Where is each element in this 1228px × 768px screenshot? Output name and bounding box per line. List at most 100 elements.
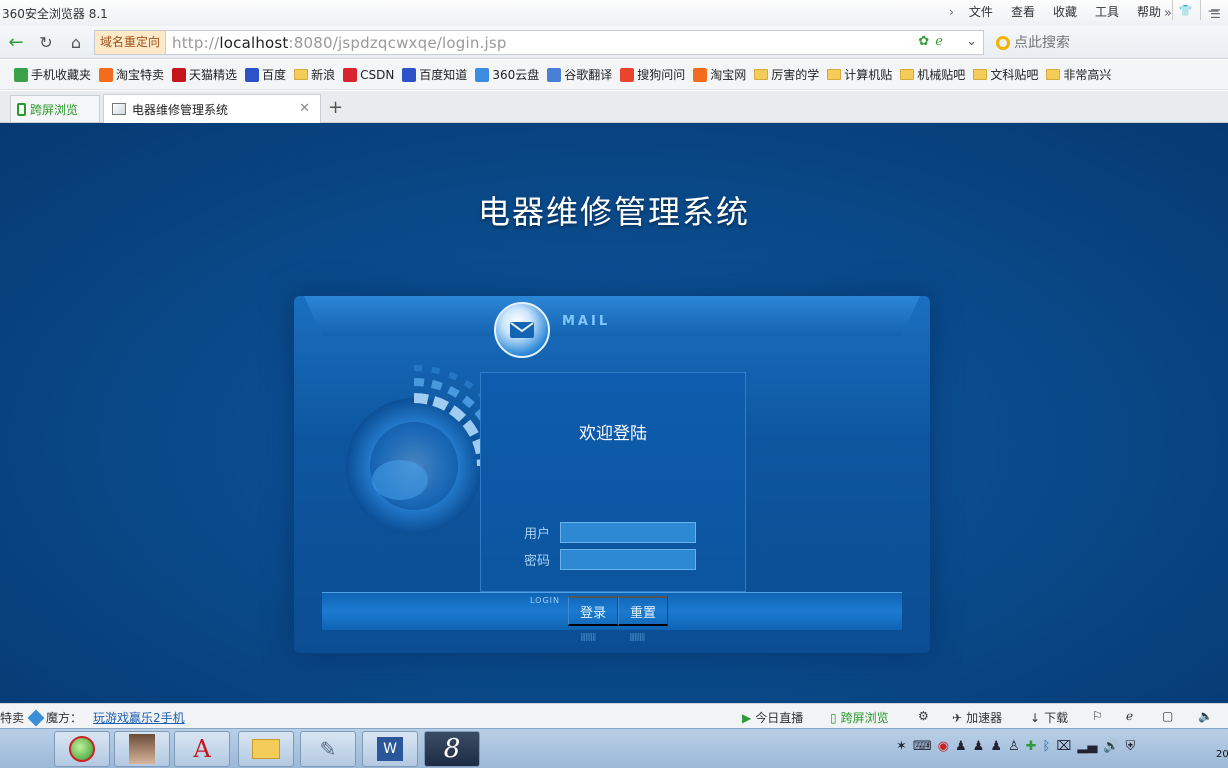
qq-icon[interactable]: ♟ — [955, 739, 967, 754]
password-input[interactable] — [560, 549, 696, 570]
user-icon[interactable]: ♙ — [1008, 739, 1020, 754]
url-host: localhost — [219, 33, 289, 52]
download-label: 下载 — [1044, 711, 1069, 725]
bookmark-item[interactable]: 文科贴吧 — [973, 66, 1038, 83]
bookmark-item[interactable]: CSDN — [343, 67, 395, 82]
login-button[interactable]: 登录 — [568, 596, 618, 626]
more-bookmarks-icon[interactable]: » — [1164, 6, 1172, 21]
chevron-right-icon[interactable]: › — [943, 4, 960, 20]
search-box[interactable] — [992, 30, 1228, 55]
taskbar-acrobat-icon[interactable]: A — [174, 731, 230, 767]
menu-tools[interactable]: 工具 — [1086, 4, 1128, 20]
bookmark-item[interactable]: 计算机贴 — [827, 66, 892, 83]
accelerator-button[interactable]: ✈ 加速器 — [952, 709, 1002, 726]
bookmarks-menu-icon[interactable]: ☰ — [1210, 7, 1221, 21]
input-method-icon[interactable]: ⌧ — [1056, 739, 1071, 754]
status-left-fragment[interactable]: 特卖 — [0, 709, 24, 726]
reset-button[interactable]: 重置 — [618, 596, 668, 626]
taskbar-photo-icon[interactable] — [114, 731, 170, 767]
tab-cross-screen[interactable]: 跨屏浏览 — [10, 95, 100, 122]
menu-favorites[interactable]: 收藏 — [1044, 4, 1086, 20]
search-engine-icon[interactable] — [996, 35, 1010, 50]
record-icon[interactable]: ◉ — [938, 739, 949, 754]
bookmark-item[interactable]: 机械贴吧 — [900, 66, 965, 83]
folder-icon — [900, 69, 915, 80]
bookmark-item[interactable]: 新浪 — [294, 66, 335, 83]
taskbar-word-icon[interactable]: W — [362, 731, 418, 767]
play-icon: ▶ — [742, 710, 752, 725]
tab-active-label: 电器维修管理系统 — [132, 102, 229, 117]
settings-icon[interactable]: ⚙ — [918, 709, 929, 723]
magic-link[interactable]: 玩游戏赢乐2手机 — [93, 709, 185, 726]
browser-menu: › 文件 查看 收藏 工具 帮助 — [943, 4, 1170, 20]
clock-text: 20 — [1216, 749, 1228, 760]
bookmark-item[interactable]: 360云盘 — [475, 66, 539, 83]
skin-icon[interactable]: 👕 — [1172, 0, 1198, 20]
phone-icon — [14, 67, 28, 82]
folder-icon — [973, 69, 988, 80]
taskbar-browser-icon[interactable] — [54, 731, 110, 767]
bookmark-label: CSDN — [360, 67, 395, 82]
taskbar-eclipse-icon[interactable]: 8 — [424, 731, 480, 767]
search-input[interactable] — [1014, 34, 1214, 51]
mail-icon — [494, 302, 550, 358]
panel-header-band — [304, 296, 920, 336]
bookmark-item[interactable]: 厉害的学 — [754, 66, 819, 83]
volume-icon[interactable]: 🔈 — [1198, 709, 1213, 723]
bookmark-label: 厉害的学 — [771, 68, 820, 82]
translate-icon — [547, 67, 562, 82]
qq-icon[interactable]: ♟ — [990, 739, 1002, 754]
bookmark-label: 手机收藏夹 — [31, 68, 92, 82]
baidu-icon — [402, 67, 417, 82]
bookmark-item[interactable]: 搜狗问问 — [620, 66, 685, 83]
taskbar-explorer-icon[interactable] — [238, 731, 294, 767]
bookmark-item[interactable]: 手机收藏夹 — [14, 66, 91, 83]
baidu-icon — [245, 67, 260, 82]
url-text[interactable]: http://localhost:8080/jspdzqcwxqe/login.… — [166, 34, 507, 52]
live-label: 今日直播 — [755, 711, 804, 725]
username-input[interactable] — [560, 522, 696, 543]
bookmark-item[interactable]: 百度 — [245, 66, 286, 83]
bookmark-item[interactable]: 天猫精选 — [172, 66, 237, 83]
bookmark-label: 谷歌翻译 — [564, 68, 613, 82]
taobao-icon — [99, 67, 114, 82]
redirect-badge[interactable]: 域名重定向 — [95, 31, 167, 54]
menu-view[interactable]: 查看 — [1002, 4, 1044, 20]
refresh-icon[interactable]: ↻ — [34, 31, 58, 53]
bluetooth-icon[interactable]: ᛒ — [1043, 739, 1051, 754]
download-button[interactable]: ↓ 下载 — [1030, 709, 1068, 726]
bookmark-item[interactable]: 谷歌翻译 — [547, 66, 612, 83]
sparkle-icon[interactable]: ✶ — [896, 739, 907, 754]
qq-icon[interactable]: ♟ — [973, 739, 985, 754]
network-icon[interactable]: ⌨ — [913, 739, 932, 754]
shield-icon[interactable]: ⛨ — [1126, 739, 1136, 754]
username-row: 用户 — [522, 522, 696, 543]
live-button[interactable]: ▶ 今日直播 — [742, 709, 803, 726]
new-tab-icon[interactable]: + — [328, 97, 343, 118]
close-tab-icon[interactable]: ✕ — [299, 101, 310, 116]
bookmark-item[interactable]: 淘宝特卖 — [99, 66, 164, 83]
bookmark-item[interactable]: 非常高兴 — [1046, 66, 1111, 83]
speaker-icon[interactable]: 🔊 — [1103, 739, 1119, 754]
bookmark-item[interactable]: 百度知道 — [402, 66, 467, 83]
chevron-down-icon[interactable]: ⌄ — [966, 34, 977, 49]
signal-icon[interactable]: ▂▄ — [1077, 739, 1097, 754]
taskbar-tools-icon[interactable]: ✎ — [300, 731, 356, 767]
address-bar[interactable]: 域名重定向 http://localhost:8080/jspdzqcwxqe/… — [94, 30, 984, 55]
window-icon[interactable]: ▢ — [1162, 709, 1173, 723]
compat-mode-icon[interactable]: ℯ — [935, 34, 943, 49]
security-icon[interactable]: ✿ — [918, 34, 929, 49]
menu-file[interactable]: 文件 — [960, 4, 1002, 20]
system-tray: ✶ ⌨ ◉ ♟ ♟ ♟ ♙ ✚ ᛒ ⌧ ▂▄ 🔊 ⛨ — [896, 739, 1135, 754]
flag-icon[interactable]: ⚐ — [1092, 709, 1103, 723]
bookmark-item[interactable]: 淘宝网 — [693, 66, 746, 83]
home-icon[interactable]: ⌂ — [64, 31, 88, 53]
bookmark-label: 百度 — [262, 68, 287, 82]
sogou-icon — [620, 67, 635, 82]
magic-cube[interactable]: 魔方： — [27, 709, 82, 726]
cross-screen-button[interactable]: ▯ 跨屏浏览 — [830, 709, 889, 726]
back-icon[interactable]: ← — [4, 31, 28, 53]
plus-icon[interactable]: ✚ — [1026, 739, 1037, 754]
tab-active[interactable]: 电器维修管理系统 ✕ — [103, 94, 321, 123]
ie-icon[interactable]: ℯ — [1126, 709, 1133, 723]
